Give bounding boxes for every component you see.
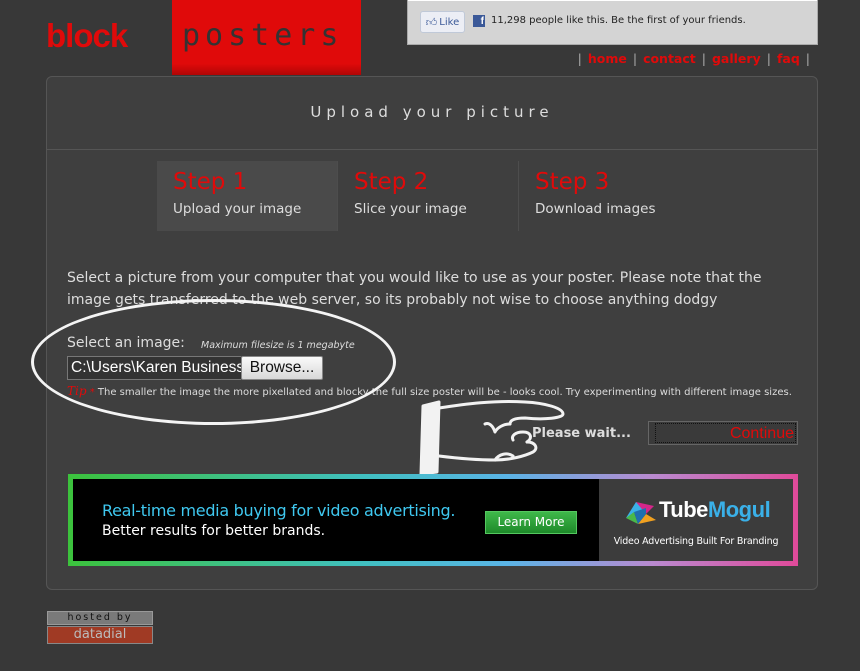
step-1: Step 1 Upload your image xyxy=(157,161,338,231)
logo-block-text[interactable]: block xyxy=(46,16,128,56)
hosted-by-label: hosted by xyxy=(47,611,153,625)
nav-separator: | xyxy=(766,51,771,66)
nav-separator: | xyxy=(701,51,706,66)
brand-part-1: Tube xyxy=(659,497,708,522)
page-title: Upload your picture xyxy=(310,103,554,121)
step-number: Step 3 xyxy=(535,169,610,195)
intro-text: Select a picture from your computer that… xyxy=(67,270,762,308)
step-3: Step 3 Download images xyxy=(519,161,700,231)
ad-inner: Real-time media buying for video adverti… xyxy=(73,479,793,561)
step-number: Step 2 xyxy=(354,169,429,195)
ad-tagline: Video Advertising Built For Branding xyxy=(613,536,779,547)
top-nav: | home | contact | gallery | faq | xyxy=(572,51,816,66)
title-divider xyxy=(47,149,817,150)
tubemogul-brand: TubeMogul xyxy=(659,497,771,523)
upload-panel: Upload your picture Step 1 Upload your i… xyxy=(31,76,818,590)
step-number: Step 1 xyxy=(173,169,248,195)
tip-label: Tip xyxy=(67,384,87,398)
ad-headline: Real-time media buying for video adverti… xyxy=(102,501,456,520)
ad-brand: TubeMogul Video Advertising Built For Br… xyxy=(599,479,793,561)
like-label: Like xyxy=(439,16,460,28)
max-filesize-note: Maximum filesize is 1 megabyte xyxy=(201,340,355,351)
facebook-like-button[interactable]: 👍︎ Like xyxy=(420,11,465,33)
step-label: Upload your image xyxy=(173,201,302,217)
nav-gallery[interactable]: gallery xyxy=(712,51,761,66)
step-2: Step 2 Slice your image xyxy=(338,161,519,231)
continue-button[interactable]: Continue xyxy=(648,421,798,445)
brand-part-2: Mogul xyxy=(707,497,771,522)
step-label: Slice your image xyxy=(354,201,467,217)
facebook-icon: f xyxy=(473,15,485,27)
browse-button[interactable]: Browse... xyxy=(241,356,323,380)
nav-contact[interactable]: contact xyxy=(643,51,696,66)
tubemogul-logo-icon xyxy=(626,502,656,524)
step-label: Download images xyxy=(535,201,656,217)
continue-label: Continue xyxy=(655,423,796,443)
file-path-input[interactable]: C:\Users\Karen Business xyxy=(67,356,241,380)
ad-learn-more-button[interactable]: Learn More xyxy=(485,511,577,534)
ad-banner[interactable]: Real-time media buying for video adverti… xyxy=(68,474,798,566)
nav-separator: | xyxy=(805,51,810,66)
host-link[interactable]: datadial xyxy=(47,626,153,644)
thumbs-up-icon: 👍︎ xyxy=(425,15,438,29)
please-wait-status: Please wait... xyxy=(532,426,631,441)
facebook-like-box: 👍︎ Like f 11,298 people like this. Be th… xyxy=(407,0,818,45)
logo-posters-text[interactable]: posters xyxy=(182,18,343,54)
ad-subline: Better results for better brands. xyxy=(102,523,326,539)
page: block posters 👍︎ Like f 11,298 people li… xyxy=(0,0,860,671)
tip-star: * xyxy=(89,387,95,398)
step-indicator: Step 1 Upload your image Step 2 Slice yo… xyxy=(157,161,700,231)
nav-home[interactable]: home xyxy=(588,51,627,66)
nav-separator: | xyxy=(632,51,638,66)
select-image-label: Select an image: xyxy=(67,335,185,351)
nav-separator: | xyxy=(577,51,582,66)
facebook-like-count: 11,298 people like this. Be the first of… xyxy=(491,15,746,26)
ad-left: Real-time media buying for video adverti… xyxy=(73,479,599,561)
nav-faq[interactable]: faq xyxy=(777,51,800,66)
